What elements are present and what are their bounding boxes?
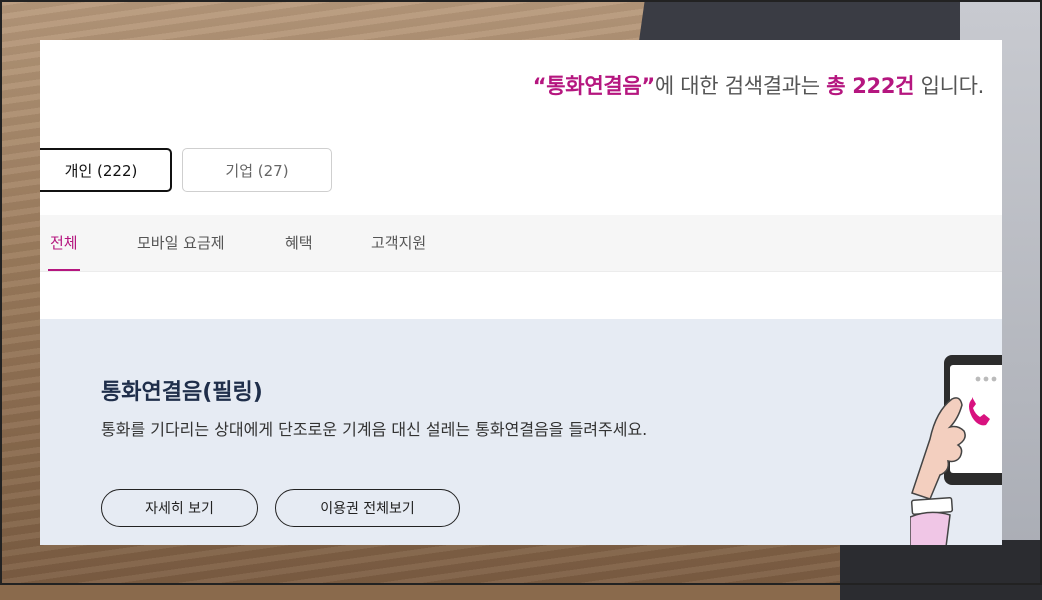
tab-all[interactable]: 전체 (48, 215, 80, 271)
category-tab-bar: 전체 모바일 요금제 혜택 고객지원 (40, 215, 1002, 272)
search-keyword: “통화연결음” (532, 74, 655, 98)
all-passes-button[interactable]: 이용권 전체보기 (275, 489, 460, 527)
banner-description: 통화를 기다리는 상대에게 단조로운 기계음 대신 설레는 통화연결음을 들려주… (101, 420, 648, 439)
hand-holding-phone-icon (910, 355, 1002, 545)
tab-mobile-plans[interactable]: 모바일 요금제 (137, 215, 225, 271)
tab-customer-support[interactable]: 고객지원 (371, 215, 426, 271)
laptop-edge-background (840, 540, 1042, 600)
search-results-panel: “통화연결음”에 대한 검색결과는 총 222건 입니다. 개인 (222) 기… (40, 40, 1002, 545)
tab-personal[interactable]: 개인 (222) (40, 148, 172, 192)
search-result-summary: “통화연결음”에 대한 검색결과는 총 222건 입니다. (532, 70, 985, 100)
ringback-tone-banner: 통화연결음(필링) 통화를 기다리는 상대에게 단조로운 기계음 대신 설레는 … (40, 319, 1002, 545)
search-summary-text: 에 대한 검색결과는 (654, 74, 827, 98)
tab-benefits[interactable]: 혜택 (285, 215, 313, 271)
banner-title: 통화연결음(필링) (101, 380, 263, 405)
search-summary-suffix: 입니다. (914, 74, 985, 98)
detail-button[interactable]: 자세히 보기 (101, 489, 258, 527)
search-total-count: 총 222건 (826, 74, 915, 98)
tab-business[interactable]: 기업 (27) (182, 148, 332, 192)
